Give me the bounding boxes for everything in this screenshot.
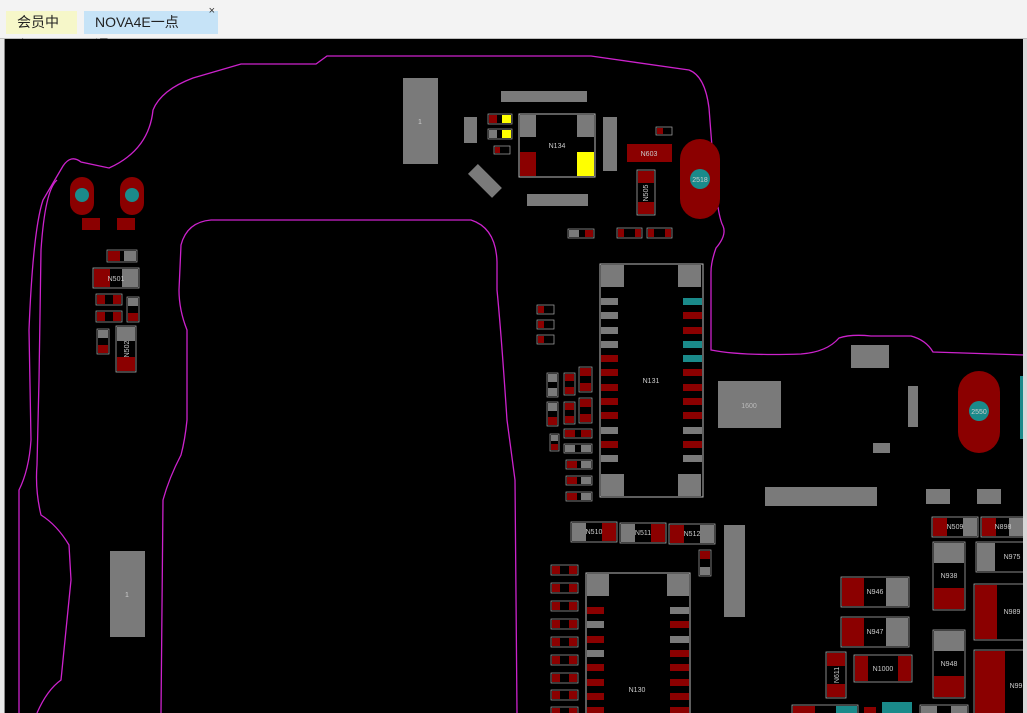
board-cutout-outline	[160, 219, 518, 713]
component-n510-label: N510	[586, 529, 603, 536]
component-1-top-label: 1	[418, 119, 422, 126]
component-n898-label: N898	[995, 524, 1012, 531]
component-n989-label: N989	[1004, 609, 1021, 616]
component-n948-label: N948	[941, 661, 958, 668]
ic-n131-label: N131	[643, 378, 660, 385]
component-n603-label: N603	[641, 151, 658, 158]
pad-strip-top	[501, 91, 587, 102]
pad-tall	[724, 525, 745, 617]
component-n509-label: N509	[947, 524, 964, 531]
pad-small-vertical	[464, 117, 477, 143]
mount-hole-2550-label: 2550	[971, 409, 987, 416]
pcb-canvas[interactable]: 1 N134 N603 N505 2518 N501 N502 1 N131 1…	[4, 39, 1024, 713]
component-n975-label: N975	[1004, 554, 1021, 561]
component-n611-label: N611	[834, 667, 841, 683]
component-n938-label: N938	[941, 573, 958, 580]
component-n502-label: N502	[124, 341, 131, 358]
component-n512-label: N512	[684, 531, 701, 538]
component-n511-label: N511	[635, 530, 651, 537]
component-n501-label: N501	[108, 276, 125, 283]
mount-hole-2518-label: 2518	[692, 177, 708, 184]
component-n947-label: N947	[867, 629, 884, 636]
component-n1000-label: N1000	[873, 666, 894, 673]
component-n946-label: N946	[867, 589, 884, 596]
tab-pcb-document[interactable]: NOVA4E一点通.pcb ×	[84, 5, 218, 53]
ic-n134-label: N134	[549, 143, 566, 150]
right-edge	[1023, 39, 1027, 713]
pad-diagonal	[467, 163, 502, 198]
component-1600-label: 1600	[741, 403, 757, 410]
close-icon[interactable]: ×	[209, 4, 215, 18]
cap-column	[550, 564, 579, 713]
pad-strip-bottom	[527, 194, 588, 206]
component-1-bottom-label: 1	[125, 592, 129, 599]
board-outline-inner	[35, 179, 72, 713]
ic-n130-label: N130	[629, 687, 646, 694]
pad-strip-middle	[765, 487, 877, 506]
tab-member-center[interactable]: 会员中心	[6, 11, 77, 53]
component-n99x-label: N99	[1010, 683, 1023, 690]
document-tab-bar: 会员中心 NOVA4E一点通.pcb ×	[0, 5, 1027, 53]
component-n505-label: N505	[643, 185, 650, 202]
pad-vertical-right	[603, 117, 617, 171]
